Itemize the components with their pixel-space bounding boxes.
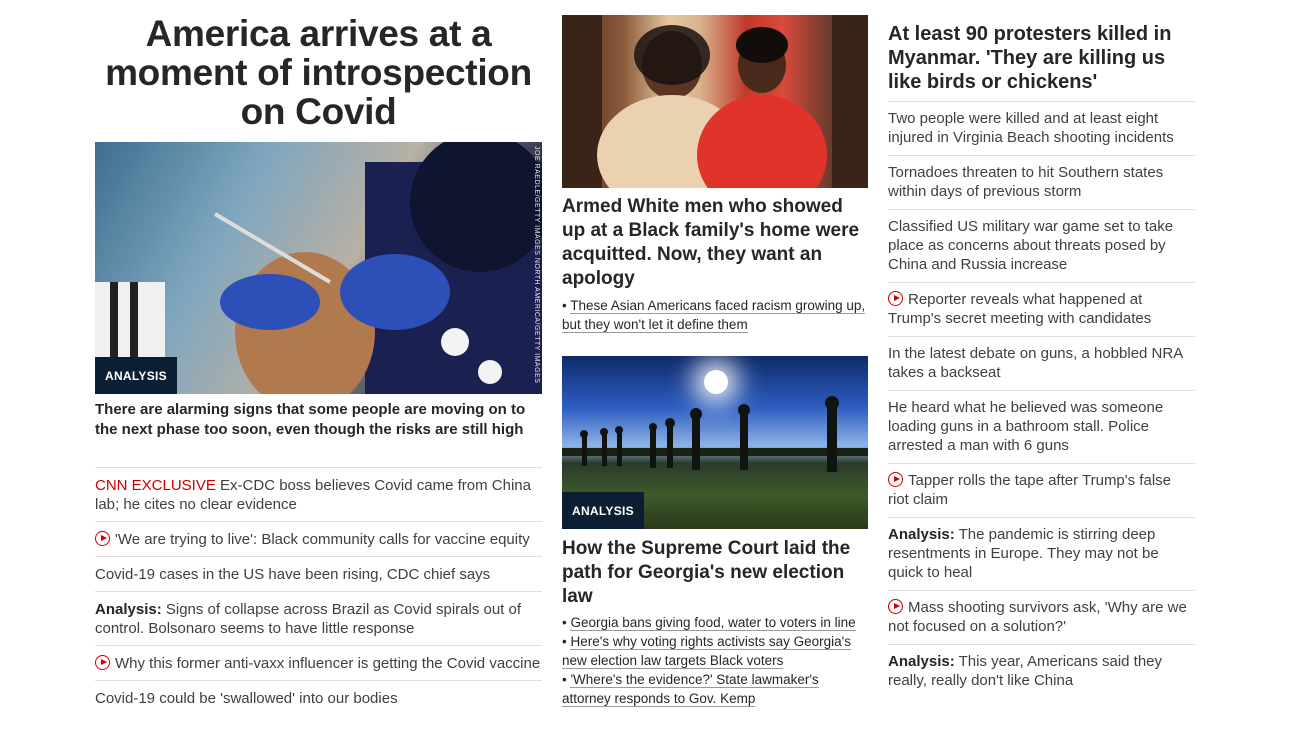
item-text: Reporter reveals what happened at Trump'… <box>888 291 1152 327</box>
play-video-icon <box>95 655 110 670</box>
bullet-item: • 'Where's the evidence?' State lawmaker… <box>562 672 819 707</box>
list-item[interactable]: Analysis: Signs of collapse across Brazi… <box>95 591 542 645</box>
side-headline[interactable]: At least 90 protesters killed in Myanmar… <box>888 22 1195 94</box>
item-text: Covid-19 cases in the US have been risin… <box>95 566 491 583</box>
list-item[interactable]: Analysis: This year, Americans said they… <box>888 644 1195 698</box>
list-item[interactable]: Covid-19 could be 'swallowed' into our b… <box>95 680 542 715</box>
item-text: Classified US military war game set to t… <box>888 218 1174 273</box>
item-text: Two people were killed and at least eigh… <box>888 110 1174 146</box>
item-text: Tornadoes threaten to hit Southern state… <box>888 164 1164 200</box>
story-bullets: • Georgia bans giving food, water to vot… <box>562 613 868 708</box>
story-image-family[interactable] <box>562 15 868 188</box>
story-bullets: • These Asian Americans faced racism gro… <box>562 296 868 334</box>
item-text: Covid-19 could be 'swallowed' into our b… <box>95 690 398 707</box>
list-item[interactable]: CNN EXCLUSIVE Ex-CDC boss believes Covid… <box>95 467 542 521</box>
item-text: 'We are trying to live': Black community… <box>115 531 530 548</box>
list-item[interactable]: Covid-19 cases in the US have been risin… <box>95 556 542 591</box>
list-item[interactable]: Reporter reveals what happened at Trump'… <box>888 282 1195 336</box>
analysis-badge: ANALYSIS <box>95 357 177 394</box>
list-item[interactable]: In the latest debate on guns, a hobbled … <box>888 336 1195 390</box>
analysis-label: Analysis: <box>888 653 955 670</box>
main-headline[interactable]: America arrives at a moment of introspec… <box>95 14 542 131</box>
list-item[interactable]: Tapper rolls the tape after Trump's fals… <box>888 463 1195 517</box>
item-text: He heard what he believed was someone lo… <box>888 399 1164 454</box>
bullet-link[interactable]: 'Where's the evidence?' State lawmaker's… <box>562 672 819 707</box>
hero-subheadline[interactable]: There are alarming signs that some peopl… <box>95 400 542 440</box>
bullet-item: • These Asian Americans faced racism gro… <box>562 298 866 333</box>
list-item[interactable]: Tornadoes threaten to hit Southern state… <box>888 155 1195 209</box>
list-item[interactable]: Analysis: The pandemic is stirring deep … <box>888 517 1195 590</box>
item-text: Tapper rolls the tape after Trump's fals… <box>888 472 1171 508</box>
item-text: Why this former anti-vaxx influencer is … <box>115 655 541 672</box>
story-headline[interactable]: How the Supreme Court laid the path for … <box>562 537 868 609</box>
hero-image-vaccine[interactable]: JOE RAEDLE/GETTY IMAGES NORTH AMERICA/GE… <box>95 142 542 394</box>
bullet-item: • Georgia bans giving food, water to vot… <box>562 615 856 631</box>
bullet-link[interactable]: Georgia bans giving food, water to voter… <box>570 615 856 631</box>
list-item[interactable]: 'We are trying to live': Black community… <box>95 521 542 556</box>
analysis-label: Analysis: <box>95 601 162 618</box>
story-headline[interactable]: Armed White men who showed up at a Black… <box>562 195 868 291</box>
list-item[interactable]: Why this former anti-vaxx influencer is … <box>95 645 542 680</box>
story-image-election[interactable]: ANALYSIS <box>562 356 868 529</box>
play-video-icon <box>95 531 110 546</box>
item-text: In the latest debate on guns, a hobbled … <box>888 345 1183 381</box>
exclusive-label: CNN EXCLUSIVE <box>95 477 216 494</box>
headlines-list: Two people were killed and at least eigh… <box>888 101 1195 698</box>
analysis-label: Analysis: <box>888 526 955 543</box>
list-item[interactable]: Classified US military war game set to t… <box>888 209 1195 282</box>
play-video-icon <box>888 291 903 306</box>
photo-credit: JOE RAEDLE/GETTY IMAGES NORTH AMERICA/GE… <box>533 146 540 384</box>
analysis-badge: ANALYSIS <box>562 492 644 529</box>
list-item[interactable]: Mass shooting survivors ask, 'Why are we… <box>888 590 1195 644</box>
bullet-item: • Here's why voting rights activists say… <box>562 634 851 669</box>
related-stories-list: CNN EXCLUSIVE Ex-CDC boss believes Covid… <box>95 467 542 715</box>
play-video-icon <box>888 599 903 614</box>
list-item[interactable]: He heard what he believed was someone lo… <box>888 390 1195 463</box>
item-text: Mass shooting survivors ask, 'Why are we… <box>888 599 1187 635</box>
family-photo-illustration <box>562 15 868 188</box>
list-item[interactable]: Two people were killed and at least eigh… <box>888 101 1195 155</box>
bullet-link[interactable]: Here's why voting rights activists say G… <box>562 634 851 669</box>
bullet-link[interactable]: These Asian Americans faced racism growi… <box>562 298 866 333</box>
play-video-icon <box>888 472 903 487</box>
